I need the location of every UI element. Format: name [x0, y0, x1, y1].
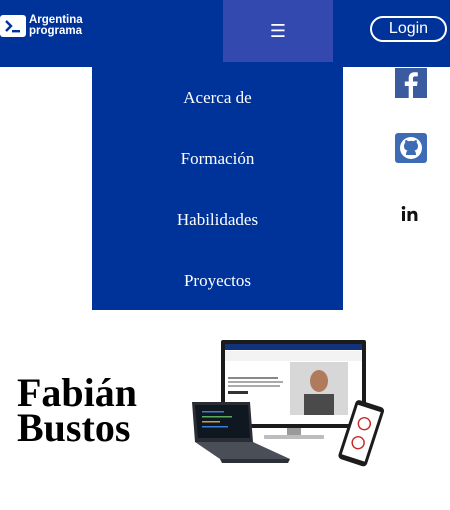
linkedin-icon — [401, 206, 418, 221]
hero-last-name: Bustos — [17, 405, 131, 450]
hero-name: Fabián Bustos — [17, 373, 137, 450]
facebook-link[interactable] — [395, 68, 427, 98]
devices-mockup-image — [192, 340, 385, 467]
login-button[interactable]: Login — [370, 16, 447, 42]
menu-item-proyectos[interactable]: Proyectos — [92, 250, 343, 311]
github-icon — [400, 137, 422, 159]
github-link[interactable] — [395, 133, 427, 163]
hamburger-icon: ☰ — [269, 20, 287, 42]
linkedin-link[interactable] — [395, 203, 427, 225]
facebook-icon — [404, 72, 418, 98]
menu-item-formacion[interactable]: Formación — [92, 128, 343, 189]
menu-item-habilidades[interactable]: Habilidades — [92, 189, 343, 250]
terminal-logo-icon — [0, 15, 26, 37]
navbar: Argentina programa ☰ Login — [0, 0, 450, 67]
brand-line2: programa — [29, 25, 83, 37]
brand-logo[interactable]: Argentina programa — [0, 14, 83, 37]
dropdown-menu: Acerca de Formación Habilidades Proyecto… — [92, 67, 343, 310]
menu-toggle-button[interactable]: ☰ — [223, 0, 333, 62]
menu-item-acerca[interactable]: Acerca de — [92, 67, 343, 128]
